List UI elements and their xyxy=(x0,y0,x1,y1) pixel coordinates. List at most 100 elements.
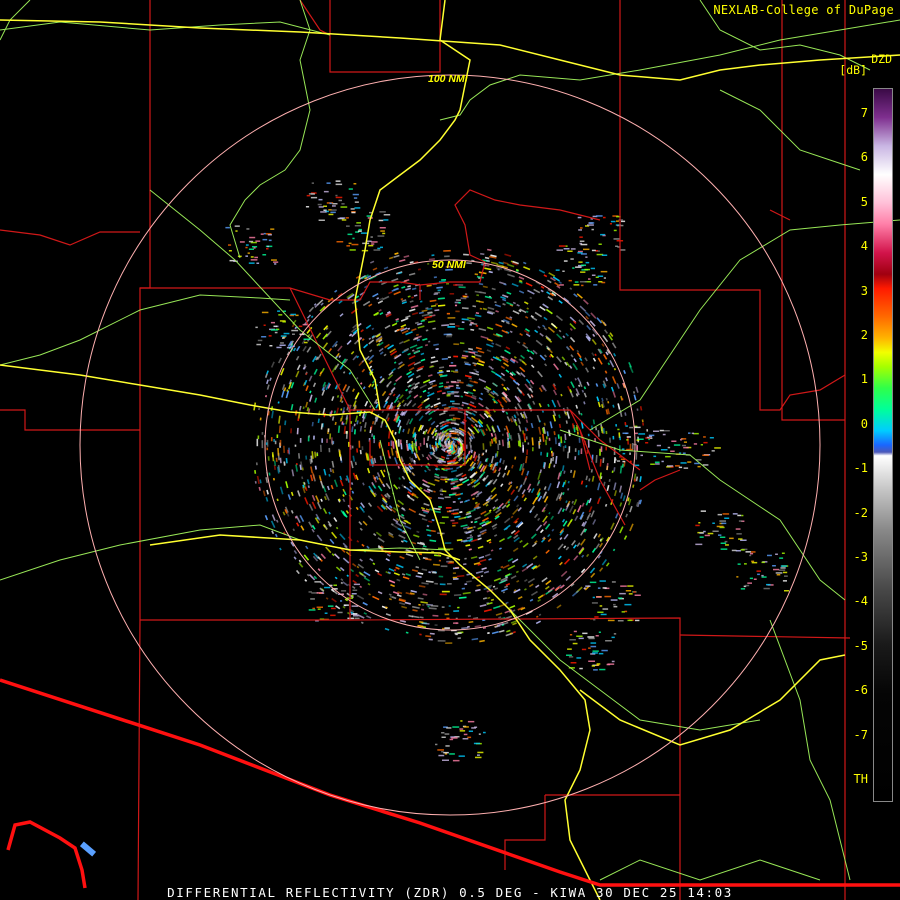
echo-gate xyxy=(389,456,392,459)
echo-gate xyxy=(507,535,512,540)
echo-gate xyxy=(449,561,454,563)
echo-gate xyxy=(490,493,498,500)
echo-gate xyxy=(402,576,410,580)
echo-gate xyxy=(383,266,389,270)
echo-gate xyxy=(296,345,301,352)
echo-gate xyxy=(270,329,278,331)
echo-gate xyxy=(447,356,451,359)
echo-gate xyxy=(638,433,646,435)
echo-gate xyxy=(539,529,544,534)
echo-gate xyxy=(530,590,538,596)
echo-gate xyxy=(592,357,597,362)
echo-gate xyxy=(438,754,445,757)
echo-gate xyxy=(601,343,605,347)
echo-gate xyxy=(442,759,449,761)
echo-gate xyxy=(429,299,437,303)
echo-gate xyxy=(408,355,416,360)
echo-gate xyxy=(345,217,349,219)
echo-gate xyxy=(235,230,238,232)
echo-gate xyxy=(581,502,585,507)
echo-gate xyxy=(401,475,406,480)
echo-gate xyxy=(531,542,537,548)
echo-gate xyxy=(549,447,552,451)
echo-gate xyxy=(348,188,353,190)
echo-gate xyxy=(296,427,299,435)
echo-gate xyxy=(298,559,302,563)
echo-gate xyxy=(491,342,495,345)
echo-gate xyxy=(509,330,513,334)
echo-gate xyxy=(493,534,498,537)
echo-gate xyxy=(750,552,754,555)
echo-gate xyxy=(709,437,714,439)
echo-gate xyxy=(462,738,469,740)
echo-gate xyxy=(306,346,312,353)
echo-gate xyxy=(574,448,577,452)
echo-gate xyxy=(547,533,551,538)
echo-gate xyxy=(604,503,608,507)
echo-gate xyxy=(440,565,448,568)
echo-gate xyxy=(595,383,599,387)
echo-gate xyxy=(738,538,743,540)
echo-gate xyxy=(524,315,529,319)
echo-gate xyxy=(305,401,309,408)
echo-gate xyxy=(479,307,483,310)
echo-gate xyxy=(444,733,450,735)
echo-gate xyxy=(279,547,282,551)
echo-gate xyxy=(613,353,617,357)
echo-gate xyxy=(434,478,440,482)
echo-gate xyxy=(394,431,397,435)
echo-gate xyxy=(308,521,313,528)
echo-gate xyxy=(501,433,504,436)
echo-gate xyxy=(474,273,479,276)
echo-gate xyxy=(740,588,746,590)
echo-gate xyxy=(529,356,534,361)
echo-gate xyxy=(270,321,275,324)
echo-gate xyxy=(388,597,392,601)
echo-gate xyxy=(583,248,590,251)
echo-gate xyxy=(388,291,393,295)
echo-gate xyxy=(360,621,364,624)
echo-gate xyxy=(624,610,628,613)
echo-gate xyxy=(469,401,475,405)
echo-gate xyxy=(300,525,305,531)
echo-gate xyxy=(554,586,561,592)
echo-gate xyxy=(393,361,397,364)
echo-gate xyxy=(271,514,276,521)
echo-gate xyxy=(507,263,515,268)
echo-gate xyxy=(562,270,565,272)
echo-gate xyxy=(784,590,789,592)
echo-gate xyxy=(404,601,411,605)
echo-gate xyxy=(580,480,584,485)
echo-gate xyxy=(612,404,615,408)
echo-gate xyxy=(340,408,343,411)
echo-gate xyxy=(435,743,438,746)
echo-gate xyxy=(591,352,595,357)
echo-gate xyxy=(326,438,328,443)
echo-gate xyxy=(395,566,400,570)
echo-gate xyxy=(587,636,595,638)
echo-gate xyxy=(711,450,715,452)
echo-gate xyxy=(446,557,450,559)
echo-gate xyxy=(626,436,631,438)
echo-gate xyxy=(783,571,788,574)
echo-gate xyxy=(561,465,565,472)
echo-gate xyxy=(452,572,457,575)
echo-gate xyxy=(577,252,583,254)
echo-gate xyxy=(576,352,582,359)
echo-gate xyxy=(273,325,277,328)
echo-gate xyxy=(580,271,586,273)
echo-gate xyxy=(526,449,529,455)
echo-gate xyxy=(430,356,436,359)
echo-gate xyxy=(625,590,632,592)
echo-gate xyxy=(290,510,294,514)
echo-gate xyxy=(480,392,484,396)
echo-gate xyxy=(583,401,586,405)
echo-gate xyxy=(535,524,543,532)
echo-gate xyxy=(415,575,422,578)
echo-gate xyxy=(292,333,295,335)
echo-gate xyxy=(435,303,438,306)
echo-gate xyxy=(427,262,430,265)
echo-gate xyxy=(450,519,455,522)
echo-gate xyxy=(580,413,583,416)
echo-gate xyxy=(572,363,578,371)
